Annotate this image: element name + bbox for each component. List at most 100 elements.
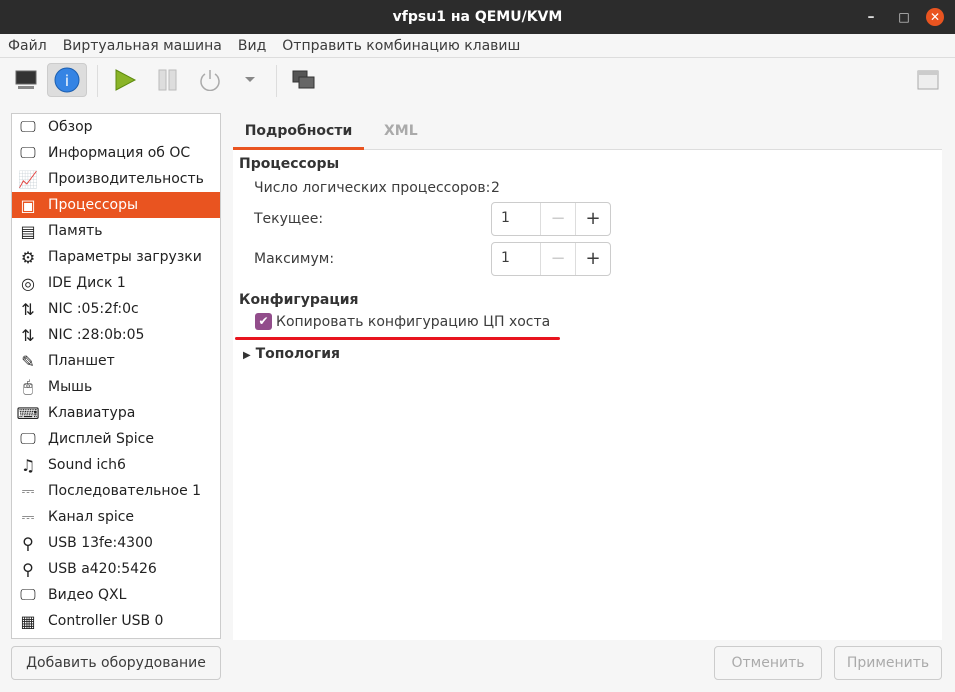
sidebar-item-label: Процессоры bbox=[48, 197, 139, 213]
max-cpu-stepper[interactable]: 1 − + bbox=[491, 242, 611, 276]
minimize-button[interactable]: – bbox=[862, 8, 880, 26]
close-button[interactable]: ✕ bbox=[926, 8, 944, 26]
logical-cpu-value: 2 bbox=[491, 180, 500, 196]
menu-send-key[interactable]: Отправить комбинацию клавиш bbox=[274, 34, 528, 57]
device-icon: 🖵 bbox=[20, 585, 36, 604]
device-icon: 🖵 bbox=[20, 429, 36, 448]
copy-host-label[interactable]: Копировать конфигурацию ЦП хоста bbox=[276, 314, 550, 330]
current-cpu-stepper[interactable]: 1 − + bbox=[491, 202, 611, 236]
sidebar-item[interactable]: ♫ Sound ich6 bbox=[12, 452, 220, 478]
device-icon: ⚲ bbox=[22, 559, 34, 579]
current-label: Текущее: bbox=[254, 211, 324, 227]
sidebar-item-label: Канал spice bbox=[48, 509, 135, 525]
sidebar-item[interactable]: ⎓ Последовательное 1 bbox=[12, 478, 220, 504]
sidebar-item-label: NIC :28:0b:05 bbox=[48, 327, 145, 343]
menu-view[interactable]: Вид bbox=[230, 34, 274, 57]
device-icon: ⇅ bbox=[21, 325, 35, 345]
sidebar-item-label: Планшет bbox=[48, 353, 115, 369]
sidebar-item[interactable]: 🖱 Мышь bbox=[12, 374, 220, 400]
decrement-button[interactable]: − bbox=[540, 243, 575, 275]
add-hardware-button[interactable]: Добавить оборудование bbox=[11, 646, 221, 680]
device-icon: ♫ bbox=[20, 455, 36, 475]
topology-expander[interactable]: ▶ Топология bbox=[243, 346, 340, 362]
sidebar-item-label: Sound ich6 bbox=[48, 457, 126, 473]
sidebar-item-label: NIC :05:2f:0c bbox=[48, 301, 139, 317]
dropdown-icon[interactable] bbox=[230, 63, 270, 97]
sidebar-item[interactable]: ▣ Процессоры bbox=[12, 192, 220, 218]
maximize-button[interactable]: □ bbox=[895, 8, 913, 26]
config-section-title: Конфигурация bbox=[239, 292, 359, 308]
info-icon[interactable]: i bbox=[47, 63, 87, 97]
sidebar-item[interactable]: ⇅ NIC :05:2f:0c bbox=[12, 296, 220, 322]
sidebar-item[interactable]: ▤ Память bbox=[12, 218, 220, 244]
device-icon: 🖵 bbox=[20, 117, 36, 136]
sidebar-item-label: USB a420:5426 bbox=[48, 561, 157, 577]
device-icon: ⚙ bbox=[20, 247, 36, 267]
device-icon: ✎ bbox=[21, 351, 35, 371]
sidebar-item[interactable]: 🖵 Видео QXL bbox=[12, 582, 220, 608]
sidebar-item[interactable]: ⚙ Параметры загрузки bbox=[12, 244, 220, 270]
increment-button[interactable]: + bbox=[575, 203, 610, 235]
menu-file[interactable]: Файл bbox=[0, 34, 55, 57]
sidebar-item[interactable]: ◎ IDE Диск 1 bbox=[12, 270, 220, 296]
copy-host-checkbox[interactable]: ✔ bbox=[255, 313, 272, 330]
sidebar-item[interactable]: ⚲ USB a420:5426 bbox=[12, 556, 220, 582]
sidebar-item[interactable]: ⇅ NIC :28:0b:05 bbox=[12, 322, 220, 348]
max-cpu-value[interactable]: 1 bbox=[492, 243, 540, 275]
sidebar-item-label: Мышь bbox=[48, 379, 93, 395]
device-icon: ⚲ bbox=[22, 533, 34, 553]
power-icon[interactable] bbox=[190, 63, 230, 97]
sidebar-item[interactable]: 🖵 Обзор bbox=[12, 114, 220, 140]
menu-bar: Файл Виртуальная машина Вид Отправить ко… bbox=[0, 34, 955, 58]
sidebar-item[interactable]: 📈 Производительность bbox=[12, 166, 220, 192]
logical-cpu-label: Число логических процессоров: bbox=[254, 180, 491, 196]
sidebar-item[interactable]: 🖵 Дисплей Spice bbox=[12, 426, 220, 452]
sidebar-item-label: USB 13fe:4300 bbox=[48, 535, 153, 551]
tab-xml[interactable]: XML bbox=[384, 113, 418, 150]
device-icon: ▦ bbox=[20, 611, 36, 631]
sidebar-item-label: Обзор bbox=[48, 119, 93, 135]
current-cpu-value[interactable]: 1 bbox=[492, 203, 540, 235]
toolbar: i bbox=[0, 59, 955, 101]
sidebar-item-label: IDE Диск 1 bbox=[48, 275, 126, 291]
pause-icon[interactable] bbox=[148, 63, 188, 97]
device-icon: ▣ bbox=[20, 195, 36, 215]
sidebar-item-label: Последовательное 1 bbox=[48, 483, 202, 499]
sidebar-item[interactable]: ⚲ USB 13fe:4300 bbox=[12, 530, 220, 556]
max-label: Максимум: bbox=[254, 251, 335, 267]
sidebar-item[interactable]: ▦ Controller USB 0 bbox=[12, 608, 220, 634]
sidebar-item[interactable]: 🖵 Информация об ОС bbox=[12, 140, 220, 166]
menu-vm[interactable]: Виртуальная машина bbox=[55, 34, 230, 57]
sidebar-item-label: Память bbox=[48, 223, 103, 239]
apply-button[interactable]: Применить bbox=[834, 646, 942, 680]
sidebar-item-label: Клавиатура bbox=[48, 405, 136, 421]
sidebar-item-label: Controller USB 0 bbox=[48, 613, 164, 629]
sidebar-item[interactable]: ⌨ Клавиатура bbox=[12, 400, 220, 426]
monitor-icon[interactable] bbox=[6, 63, 46, 97]
window-title: vfpsu1 на QEMU/KVM bbox=[392, 9, 563, 25]
sidebar-item[interactable]: ⎓ Канал spice bbox=[12, 504, 220, 530]
device-icon: ⎓ bbox=[21, 481, 35, 500]
device-icon: 🖵 bbox=[20, 143, 36, 162]
svg-text:i: i bbox=[65, 72, 69, 90]
play-icon[interactable] bbox=[105, 63, 145, 97]
annotation-underline bbox=[235, 337, 560, 340]
expander-arrow-icon: ▶ bbox=[243, 350, 251, 361]
cancel-button[interactable]: Отменить bbox=[714, 646, 822, 680]
sidebar-item-label: Дисплей Spice bbox=[48, 431, 154, 447]
details-panel: Процессоры Число логических процессоров:… bbox=[233, 150, 942, 640]
sidebar-item[interactable]: ✎ Планшет bbox=[12, 348, 220, 374]
screens-icon[interactable] bbox=[284, 63, 324, 97]
tab-details[interactable]: Подробности bbox=[233, 113, 364, 150]
sidebar-item-label: Видео QXL bbox=[48, 587, 127, 603]
device-icon: ⌨ bbox=[16, 403, 40, 423]
topology-label: Топология bbox=[255, 346, 341, 362]
device-icon: ⇅ bbox=[21, 299, 35, 319]
fullscreen-icon[interactable] bbox=[908, 63, 948, 97]
sidebar-item-label: Информация об ОС bbox=[48, 145, 191, 161]
sidebar-item-label: Производительность bbox=[48, 171, 204, 187]
sidebar-item-label: Параметры загрузки bbox=[48, 249, 202, 265]
increment-button[interactable]: + bbox=[575, 243, 610, 275]
decrement-button[interactable]: − bbox=[540, 203, 575, 235]
device-icon: 📈 bbox=[18, 169, 38, 189]
